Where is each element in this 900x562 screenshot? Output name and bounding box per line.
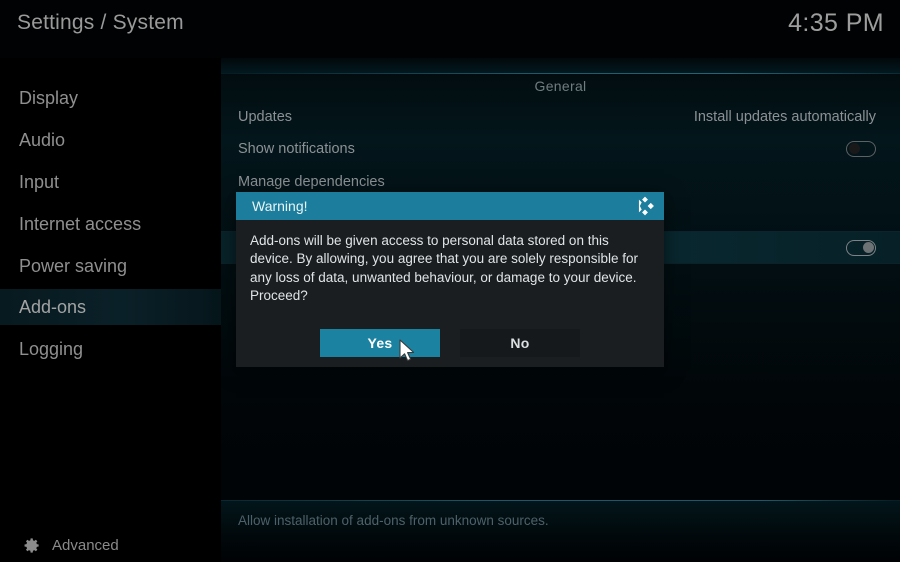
dialog-header: Warning! xyxy=(236,192,664,220)
sidebar-item-input[interactable]: Input xyxy=(0,164,221,200)
settings-group-title: General xyxy=(534,78,587,94)
gear-icon xyxy=(22,536,41,555)
sidebar-item-audio[interactable]: Audio xyxy=(0,122,221,158)
sidebar-item-label: Internet access xyxy=(19,213,142,234)
setting-row-show-notifications[interactable]: Show notifications xyxy=(221,133,900,164)
toggle-show-notifications[interactable] xyxy=(846,140,876,157)
sidebar-item-label: Power saving xyxy=(19,255,128,276)
top-bar: Settings / System 4:35 PM xyxy=(0,0,900,58)
setting-label: Manage dependencies xyxy=(238,173,385,190)
sidebar-item-label: Display xyxy=(19,87,79,108)
yes-button[interactable]: Yes xyxy=(320,329,440,357)
toggle-knob xyxy=(862,242,874,253)
kodi-logo-icon xyxy=(634,195,656,217)
sidebar-item-label: Input xyxy=(19,171,60,192)
advanced-label: Advanced xyxy=(52,537,119,554)
breadcrumb: Settings / System xyxy=(17,11,184,34)
dialog-title: Warning! xyxy=(252,198,308,214)
mouse-cursor xyxy=(399,339,417,370)
advanced-button[interactable]: Advanced xyxy=(22,536,119,555)
dialog-message: Add-ons will be given access to personal… xyxy=(250,233,638,304)
help-text: Allow installation of add-ons from unkno… xyxy=(238,513,549,528)
dialog-button-row: Yes No xyxy=(236,329,664,361)
panel-header-strip xyxy=(221,58,900,74)
sidebar-item-logging[interactable]: Logging xyxy=(0,331,221,367)
sidebar: Display Audio Input Internet access Powe… xyxy=(0,58,221,562)
sidebar-item-power-saving[interactable]: Power saving xyxy=(0,248,221,284)
sidebar-item-label: Audio xyxy=(19,129,66,150)
panel-divider xyxy=(221,73,900,74)
setting-label: Show notifications xyxy=(238,140,355,157)
kodi-settings-screen: Settings / System 4:35 PM Display Audio … xyxy=(0,0,900,562)
toggle-unknown-sources[interactable] xyxy=(846,239,876,256)
dialog-body: Add-ons will be given access to personal… xyxy=(236,220,664,367)
toggle-knob xyxy=(848,143,860,154)
sidebar-item-internet-access[interactable]: Internet access xyxy=(0,206,221,242)
setting-label: Updates xyxy=(238,108,293,125)
warning-dialog: Warning! Add-ons will be given access to… xyxy=(236,192,664,367)
sidebar-item-display[interactable]: Display xyxy=(0,80,221,116)
setting-row-updates[interactable]: Updates Install updates automatically xyxy=(221,101,900,132)
help-divider xyxy=(221,500,900,501)
sidebar-item-label: Add-ons xyxy=(19,296,87,317)
help-strip: Allow installation of add-ons from unkno… xyxy=(221,500,900,562)
sidebar-item-add-ons[interactable]: Add-ons xyxy=(0,289,221,325)
setting-value: Install updates automatically xyxy=(693,108,876,125)
sidebar-item-label: Logging xyxy=(19,338,84,359)
clock: 4:35 PM xyxy=(788,9,884,37)
no-button[interactable]: No xyxy=(460,329,580,357)
